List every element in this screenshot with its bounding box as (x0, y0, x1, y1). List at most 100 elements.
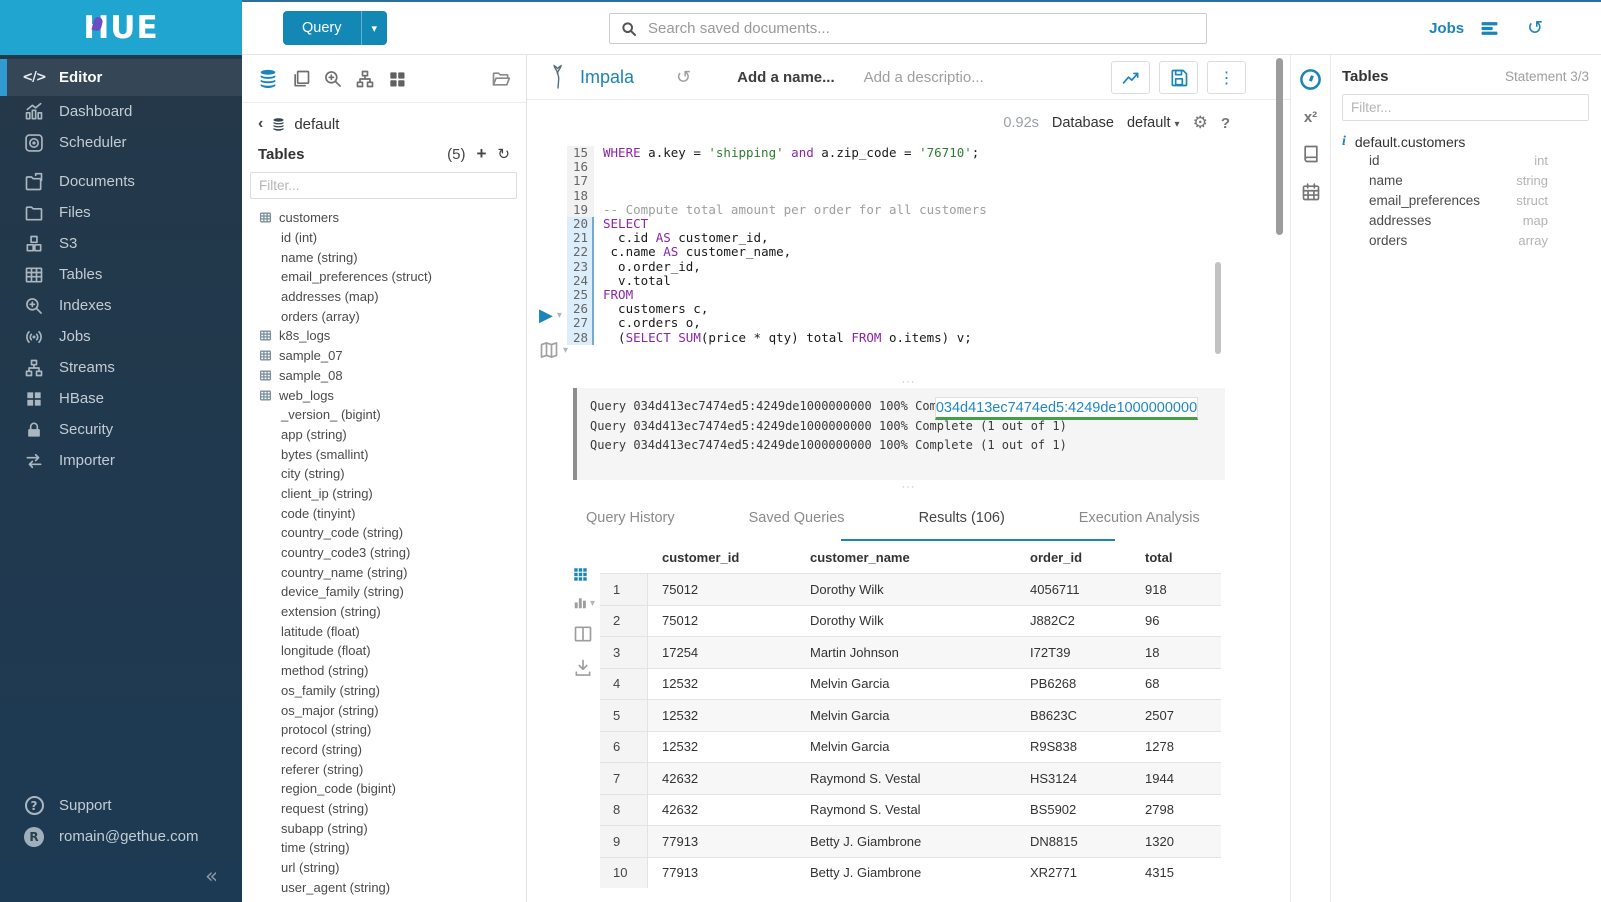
column-tree-item[interactable]: device_family (string) (242, 582, 526, 602)
code-area[interactable]: 1516171819202122232425262728 WHERE a.key… (567, 146, 987, 345)
column-tree-item[interactable]: os_family (string) (242, 681, 526, 701)
grid-view-icon[interactable] (573, 567, 588, 582)
resize-handle-bottom[interactable]: ··· (527, 480, 1290, 493)
column-tree-item[interactable]: protocol (string) (242, 720, 526, 740)
jobs-link[interactable]: Jobs (1429, 20, 1464, 37)
database-name[interactable]: default (294, 116, 339, 133)
column-tree-item[interactable]: code (tinyint) (242, 503, 526, 523)
table-tree-item[interactable]: customers (242, 208, 526, 228)
table-row[interactable]: 175012Dorothy Wilk4056711918 (600, 573, 1221, 605)
resize-handle-top[interactable]: ··· (527, 375, 1290, 388)
table-tree-item[interactable]: web_logs (242, 385, 526, 405)
table-row[interactable]: 512532Melvin GarciaB8623C2507 (600, 699, 1221, 731)
documents-source-icon[interactable] (291, 69, 311, 89)
sidebar-item-streams[interactable]: Streams (0, 352, 242, 383)
column-tree-item[interactable]: app (string) (242, 425, 526, 445)
table-row[interactable]: 612532Melvin GarciaR9S8381278 (600, 731, 1221, 763)
right-column-row[interactable]: email_preferencesstruct (1342, 190, 1589, 210)
language-reference-book-icon[interactable] (1301, 144, 1321, 164)
schedule-calendar-icon[interactable] (1301, 182, 1321, 202)
tab-query-history[interactable]: Query History (586, 510, 675, 541)
jobs-list-icon[interactable] (1479, 19, 1500, 38)
column-tree-item[interactable]: time (string) (242, 838, 526, 858)
column-tree-item[interactable]: url (string) (242, 858, 526, 878)
global-search[interactable] (609, 13, 1207, 44)
column-tree-item[interactable]: user_agent (string) (242, 877, 526, 897)
history-icon[interactable]: ↺ (1527, 17, 1543, 39)
column-tree-item[interactable]: country_code3 (string) (242, 543, 526, 563)
chevron-left-icon[interactable]: ‹ (258, 115, 263, 133)
sidebar-item-security[interactable]: Security (0, 414, 242, 445)
sidebar-collapse-button[interactable]: « (0, 852, 242, 902)
settings-gear-icon[interactable]: ⚙ (1193, 113, 1208, 133)
column-tree-item[interactable]: client_ip (string) (242, 484, 526, 504)
sidebar-item-files[interactable]: Files (0, 197, 242, 228)
download-icon[interactable] (573, 658, 593, 678)
sidebar-item-indexes[interactable]: Indexes (0, 290, 242, 321)
column-tree-item[interactable]: extension (string) (242, 602, 526, 622)
search-plus-icon[interactable] (323, 69, 343, 89)
info-icon[interactable]: i (1342, 134, 1346, 150)
chevron-down-icon[interactable]: ▾ (563, 345, 568, 356)
new-query-button[interactable]: Query ▾ (283, 11, 387, 45)
sidebar-item-dashboard[interactable]: Dashboard (0, 96, 242, 127)
folder-open-icon[interactable] (491, 69, 511, 89)
table-tree-item[interactable]: sample_07 (242, 346, 526, 366)
sidebar-item-editor[interactable]: </>Editor (0, 59, 242, 96)
database-select[interactable]: default ▾ (1127, 115, 1180, 131)
column-tree-item[interactable]: region_code (bigint) (242, 779, 526, 799)
tab-saved-queries[interactable]: Saved Queries (749, 510, 845, 541)
table-row[interactable]: 275012Dorothy WilkJ882C296 (600, 605, 1221, 637)
column-tree-item[interactable]: os_major (string) (242, 700, 526, 720)
editor-scrollbar[interactable] (1215, 262, 1221, 354)
table-row[interactable]: 842632Raymond S. VestalBS59022798 (600, 794, 1221, 826)
column-tree-item[interactable]: orders (array) (242, 306, 526, 326)
column-tree-item[interactable]: method (string) (242, 661, 526, 681)
column-header[interactable]: customer_name (796, 550, 1016, 565)
sidebar-item-user[interactable]: R romain@gethue.com (0, 821, 242, 852)
chevron-down-icon[interactable]: ▾ (557, 310, 562, 321)
sidebar-item-importer[interactable]: Importer (0, 445, 242, 476)
sitemap-source-icon[interactable] (355, 69, 375, 89)
table-row[interactable]: 1077913Betty J. GiambroneXR27714315 (600, 857, 1221, 889)
query-name-field[interactable]: Add a name... (737, 69, 835, 86)
right-table-entry[interactable]: i default.customers (1342, 134, 1589, 150)
query-id-tooltip[interactable]: 034d413ec7474ed5:4249de1000000000 (935, 397, 1198, 420)
column-tree-item[interactable]: country_code (string) (242, 523, 526, 543)
column-header[interactable]: customer_id (648, 550, 796, 565)
column-tree-item[interactable]: subapp (string) (242, 818, 526, 838)
code-editor[interactable]: 0.92s Database default ▾ ⚙ ? ▶ ▾ ▾ 15161… (527, 100, 1290, 375)
tab-execution-analysis[interactable]: Execution Analysis (1079, 510, 1200, 541)
column-tree-item[interactable]: longitude (float) (242, 641, 526, 661)
execute-play-button[interactable]: ▶ (539, 305, 553, 326)
right-column-row[interactable]: namestring (1342, 170, 1589, 190)
add-table-icon[interactable]: + (476, 144, 486, 164)
query-history-icon[interactable]: ↺ (676, 67, 691, 88)
chart-button[interactable] (1111, 61, 1150, 94)
tab-results[interactable]: Results (106) (919, 510, 1005, 541)
table-row[interactable]: 412532Melvin GarciaPB626868 (600, 668, 1221, 700)
refresh-icon[interactable]: ↻ (497, 145, 510, 163)
column-tree-item[interactable]: name (string) (242, 247, 526, 267)
functions-icon[interactable]: x² (1304, 109, 1317, 126)
sidebar-item-documents[interactable]: Documents (0, 166, 242, 197)
column-tree-item[interactable]: record (string) (242, 740, 526, 760)
right-column-row[interactable]: addressesmap (1342, 211, 1589, 231)
column-tree-item[interactable]: bytes (smallint) (242, 444, 526, 464)
column-tree-item[interactable]: request (string) (242, 799, 526, 819)
column-header[interactable]: total (1131, 550, 1221, 565)
sidebar-item-jobs[interactable]: Jobs (0, 321, 242, 352)
column-tree-item[interactable]: id (int) (242, 228, 526, 248)
column-tree-item[interactable]: country_name (string) (242, 562, 526, 582)
column-tree-item[interactable]: email_preferences (struct) (242, 267, 526, 287)
sidebar-item-tables[interactable]: Tables (0, 259, 242, 290)
assist-filter-input[interactable] (250, 172, 517, 199)
table-tree-item[interactable]: k8s_logs (242, 326, 526, 346)
column-tree-item[interactable]: referer (string) (242, 759, 526, 779)
right-column-row[interactable]: ordersarray (1342, 231, 1589, 251)
column-tree-item[interactable]: _version_ (bigint) (242, 405, 526, 425)
engine-name[interactable]: Impala (580, 67, 634, 88)
table-row[interactable]: 317254Martin JohnsonI72T3918 (600, 636, 1221, 668)
table-row[interactable]: 977913Betty J. GiambroneDN88151320 (600, 825, 1221, 857)
more-actions-button[interactable]: ⋮ (1207, 61, 1246, 94)
